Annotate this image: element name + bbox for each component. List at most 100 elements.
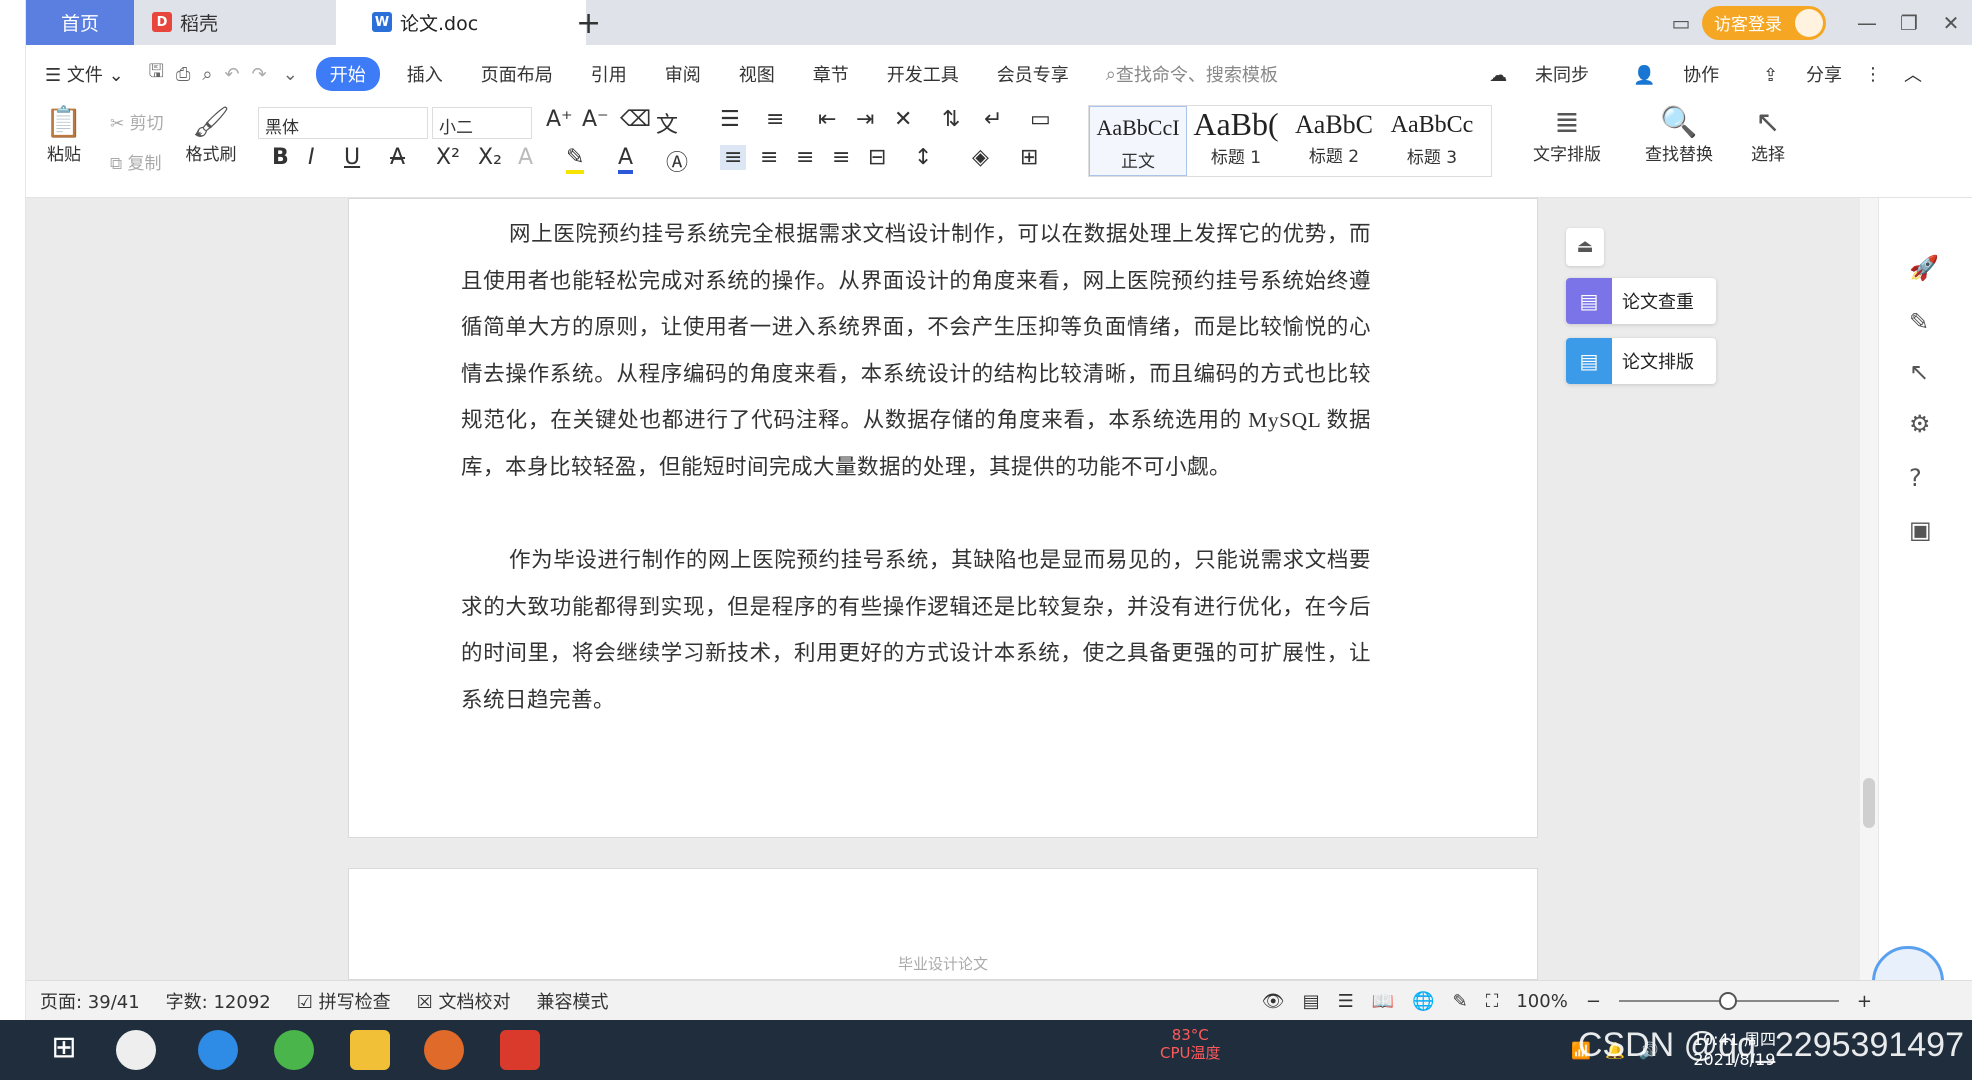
zoom-slider[interactable] xyxy=(1618,992,1839,1010)
strikethrough-icon[interactable]: A xyxy=(390,145,405,170)
menu-tab-home[interactable]: 开始 xyxy=(315,57,380,91)
bold-icon[interactable]: B xyxy=(272,145,289,170)
zoom-slider-knob[interactable] xyxy=(1718,992,1737,1010)
word-count[interactable]: 字数: 12092 xyxy=(166,988,271,1014)
chinese-layout-icon[interactable]: ✕ xyxy=(894,107,912,132)
tab-home[interactable]: 首页 xyxy=(26,0,134,45)
copy-button[interactable]: ⧉ 复制 xyxy=(110,149,162,174)
thesis-check-button[interactable]: ▤ 论文查重 xyxy=(1566,278,1716,324)
pointer-icon[interactable]: ↖ xyxy=(1909,358,1929,386)
preview-icon[interactable]: ⌕ xyxy=(196,64,218,85)
shading-icon[interactable]: ◈ xyxy=(972,145,989,170)
minimize-button[interactable]: — xyxy=(1846,11,1888,35)
app-mascot-icon[interactable] xyxy=(424,1030,464,1070)
font-shrink-icon[interactable]: A⁻ xyxy=(582,107,609,132)
font-family-select[interactable]: 黑体 xyxy=(258,107,428,139)
page-indicator[interactable]: 页面: 39/41 xyxy=(40,988,140,1014)
quick-access-dropdown-icon[interactable]: ⌄ xyxy=(273,64,308,85)
text-layout-button[interactable]: ≣ 文字排版 xyxy=(1522,105,1612,165)
style-heading-1[interactable]: AaBb( 标题 1 xyxy=(1187,106,1285,176)
wps-office-icon[interactable] xyxy=(500,1030,540,1070)
distribute-icon[interactable]: ⊟ xyxy=(868,145,886,170)
sort-icon[interactable]: ⇅ xyxy=(942,107,960,132)
style-heading-2[interactable]: AaBbC 标题 2 xyxy=(1285,106,1383,176)
zoom-in-button[interactable]: + xyxy=(1857,991,1872,1012)
collaborate-button[interactable]: 👤 协作 xyxy=(1611,61,1719,87)
superscript-icon[interactable]: X² xyxy=(436,145,460,170)
help-icon[interactable]: ? xyxy=(1909,464,1922,492)
menu-tab-member[interactable]: 会员专享 xyxy=(978,61,1088,87)
file-explorer-icon[interactable] xyxy=(350,1030,390,1070)
page-view-icon[interactable]: ▤ xyxy=(1303,991,1320,1012)
window-count-icon[interactable]: ▭ xyxy=(1660,11,1702,35)
numbering-icon[interactable]: ≡ xyxy=(766,107,784,132)
file-menu[interactable]: ☰ 文件 ⌄ xyxy=(26,61,143,87)
web-view-icon[interactable]: 🌐 xyxy=(1412,991,1434,1012)
windows-start-icon[interactable]: ⊞ xyxy=(44,1030,84,1070)
menu-tab-insert[interactable]: 插入 xyxy=(388,61,462,87)
close-button[interactable]: ✕ xyxy=(1930,11,1972,35)
align-center-icon[interactable]: ≡ xyxy=(760,145,778,170)
share-button[interactable]: ⇪ 分享 xyxy=(1741,61,1842,87)
paragraph-2[interactable]: 作为毕设进行制作的网上医院预约挂号系统，其缺陷也是显而易见的，只能说需求文档要求… xyxy=(461,537,1371,723)
pen-icon[interactable]: ✎ xyxy=(1909,308,1929,336)
browser-icon[interactable] xyxy=(274,1030,314,1070)
tab-document[interactable]: W 论文.doc xyxy=(336,0,586,45)
align-right-icon[interactable]: ≡ xyxy=(796,145,814,170)
line-spacing-icon[interactable]: ↕ xyxy=(914,145,932,170)
guest-login-button[interactable]: 访客登录 xyxy=(1702,5,1826,40)
more-icon[interactable]: ⋮ xyxy=(1864,64,1882,85)
zoom-level[interactable]: 100% xyxy=(1516,991,1567,1012)
indent-icon[interactable]: ⇥ xyxy=(856,107,874,132)
app-pinwheel-icon[interactable] xyxy=(116,1030,156,1070)
highlight-icon[interactable]: ✎ xyxy=(566,145,585,174)
redo-icon[interactable]: ↷ xyxy=(246,64,273,85)
sync-status[interactable]: ☁ 未同步 xyxy=(1467,61,1589,87)
rocket-icon[interactable]: 🚀 xyxy=(1909,254,1939,282)
cut-button[interactable]: ✂ 剪切 xyxy=(110,109,164,134)
ie-browser-icon[interactable] xyxy=(198,1030,238,1070)
char-border-icon[interactable]: Ⓐ xyxy=(666,145,688,177)
outline-view-icon[interactable]: ☰ xyxy=(1338,991,1354,1012)
spell-check-button[interactable]: ☑ 拼写检查 xyxy=(297,988,391,1014)
collapse-ribbon-icon[interactable]: ︿ xyxy=(1904,61,1922,87)
next-page[interactable]: 毕业设计论文 xyxy=(348,868,1538,980)
format-painter-button[interactable]: 🖌 格式刷 xyxy=(176,105,246,165)
save-icon[interactable]: 🖫 xyxy=(143,59,170,89)
reading-view-icon[interactable]: 📖 xyxy=(1372,991,1394,1012)
select-button[interactable]: ↖ 选择 xyxy=(1738,105,1798,165)
document-page[interactable]: 网上医院预约挂号系统完全根据需求文档设计制作，可以在数据处理上发挥它的优势，而且… xyxy=(348,198,1538,838)
show-marks-icon[interactable]: ↵ xyxy=(984,107,1002,132)
subscript-icon[interactable]: X₂ xyxy=(478,145,502,170)
menu-tab-review[interactable]: 审阅 xyxy=(646,61,720,87)
borders-icon[interactable]: ⊞ xyxy=(1020,145,1038,170)
ruler-icon[interactable]: ▭ xyxy=(1030,107,1051,132)
underline-icon[interactable]: U xyxy=(344,145,360,170)
zoom-out-button[interactable]: − xyxy=(1586,991,1601,1012)
thesis-layout-button[interactable]: ▤ 论文排版 xyxy=(1566,338,1716,384)
text-effect-icon[interactable]: A xyxy=(518,145,533,170)
scrollbar-thumb[interactable] xyxy=(1863,778,1875,828)
find-replace-button[interactable]: 🔍 查找替换 xyxy=(1634,105,1724,165)
new-tab-button[interactable]: + xyxy=(576,6,601,41)
menu-tab-view[interactable]: 视图 xyxy=(720,61,794,87)
side-panel-collapse-icon[interactable]: ⏏ xyxy=(1566,228,1604,266)
font-grow-icon[interactable]: A⁺ xyxy=(546,107,573,132)
write-view-icon[interactable]: ✎ xyxy=(1453,991,1468,1012)
font-color-icon[interactable]: A xyxy=(618,145,634,174)
font-size-select[interactable]: 小二 xyxy=(432,107,532,139)
proofread-button[interactable]: ☒ 文档校对 xyxy=(417,988,511,1014)
vertical-scrollbar[interactable] xyxy=(1860,198,1878,980)
restore-button[interactable]: ❐ xyxy=(1888,11,1930,35)
clear-format-icon[interactable]: ⌫ xyxy=(620,107,651,132)
paste-button[interactable]: 📋 粘贴 xyxy=(34,105,94,165)
tab-docer[interactable]: D 稻壳 xyxy=(138,0,353,45)
menu-tab-chapter[interactable]: 章节 xyxy=(794,61,868,87)
undo-icon[interactable]: ↶ xyxy=(219,64,246,85)
menu-tab-developer[interactable]: 开发工具 xyxy=(868,61,978,87)
settings-sliders-icon[interactable]: ⚙ xyxy=(1909,410,1931,438)
align-left-icon[interactable]: ≡ xyxy=(720,145,747,170)
print-icon[interactable]: ⎙ xyxy=(170,64,196,85)
justify-icon[interactable]: ≡ xyxy=(832,145,850,170)
italic-icon[interactable]: I xyxy=(308,145,315,170)
